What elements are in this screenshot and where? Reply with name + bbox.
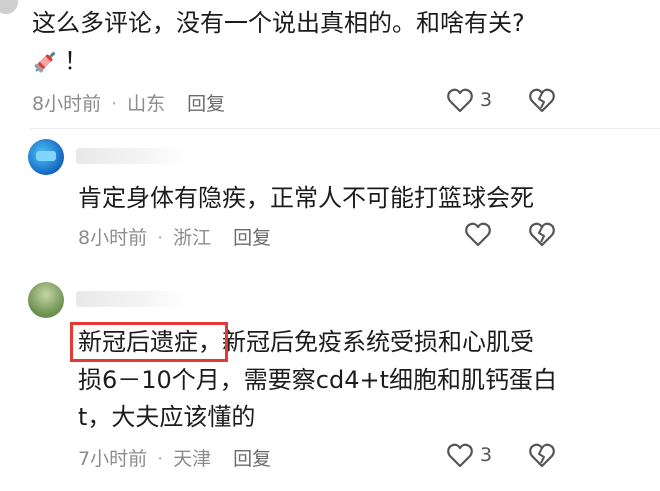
username-blurred [76, 291, 186, 307]
comment-text: ，新冠后免疫系统受损和心肌受 [198, 328, 534, 356]
comment-text-line2: ！ [32, 44, 88, 78]
comment-text-line2: 损6－10个月，需要察cd4+t细胞和肌钙蛋白 [78, 366, 558, 394]
broken-heart-icon [528, 221, 556, 247]
dislike-button[interactable] [528, 221, 556, 247]
comment-time: 7小时前 [78, 448, 148, 470]
highlight-box [70, 322, 228, 362]
comment-location: 山东 [127, 93, 166, 115]
like-button[interactable] [464, 221, 492, 247]
heart-outline-icon [464, 221, 492, 247]
reply-button[interactable]: 回复 [187, 93, 225, 115]
syringe-icon [32, 47, 60, 75]
comment-time: 8小时前 [32, 93, 102, 115]
comment-location: 浙江 [173, 227, 212, 249]
comment-time: 8小时前 [78, 227, 148, 249]
comment-meta: 8小时前 · 浙江 回复 [78, 227, 272, 249]
comment-text: 肯定身体有隐疾，正常人不可能打篮球会死 [78, 184, 534, 212]
like-count: 3 [480, 444, 493, 466]
dislike-button[interactable] [528, 442, 556, 468]
heart-outline-icon [446, 87, 474, 113]
comment-text-line3: t，大夫应该懂的 [78, 403, 256, 431]
reply-button[interactable]: 回复 [233, 227, 271, 249]
divider [30, 128, 660, 129]
broken-heart-icon [528, 442, 556, 468]
username-blurred [76, 148, 186, 164]
like-button[interactable]: 3 [446, 87, 492, 113]
heart-outline-icon [446, 442, 474, 468]
comment-text: 这么多评论，没有一个说出真相的。和啥有关? [32, 9, 525, 37]
like-count: 3 [480, 89, 493, 111]
comment-meta: 8小时前 · 山东 回复 [32, 93, 226, 115]
avatar[interactable] [28, 282, 64, 318]
exclamation: ！ [64, 47, 88, 75]
avatar[interactable] [0, 0, 18, 14]
like-button[interactable]: 3 [446, 442, 492, 468]
broken-heart-icon [528, 87, 556, 113]
avatar[interactable] [28, 139, 64, 175]
comment-location: 天津 [173, 448, 212, 470]
dislike-button[interactable] [528, 87, 556, 113]
reply-button[interactable]: 回复 [233, 448, 271, 470]
comment-meta: 7小时前 · 天津 回复 [78, 448, 272, 470]
